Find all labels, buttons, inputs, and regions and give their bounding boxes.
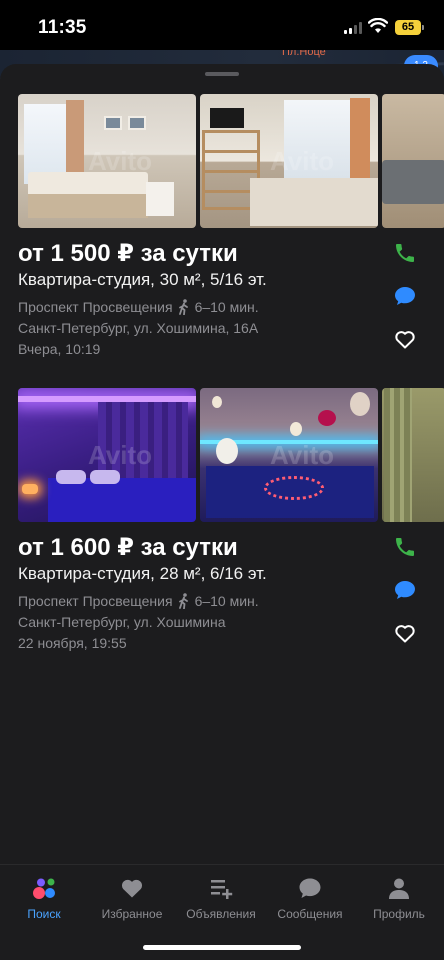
- walk-time: 6–10 мин.: [194, 299, 259, 315]
- photo-watermark: Avito: [88, 440, 153, 470]
- tab-label: Профиль: [373, 907, 425, 921]
- listing-title[interactable]: Квартира-студия, 30 м², 5/16 эт.: [18, 270, 267, 290]
- tab-label: Сообщения: [277, 907, 343, 921]
- listing-price[interactable]: от 1 600 ₽ за сутки: [18, 533, 238, 562]
- walk-time: 6–10 мин.: [194, 593, 259, 609]
- photo-watermark: Avito: [270, 146, 335, 176]
- metro-station: Проспект Просвещения: [18, 593, 173, 609]
- call-button[interactable]: [392, 240, 418, 266]
- heart-outline-icon: [395, 625, 415, 643]
- heart-outline-icon: [395, 331, 415, 349]
- listing-photo[interactable]: Avito: [18, 94, 196, 228]
- map-label: Пл.Ноце: [282, 50, 326, 58]
- status-time: 11:35: [38, 17, 87, 38]
- listing-photo[interactable]: Avito: [200, 94, 378, 228]
- listing-price[interactable]: от 1 500 ₽ за сутки: [18, 239, 238, 268]
- cellular-signal-icon: [344, 22, 362, 34]
- tab-label: Объявления: [186, 907, 256, 921]
- metro-station: Проспект Просвещения: [18, 299, 173, 315]
- phone-icon: [396, 538, 414, 556]
- favorite-button[interactable]: [392, 326, 418, 352]
- listing-photo[interactable]: Avito: [18, 388, 196, 522]
- search-dots-icon: [33, 878, 55, 899]
- message-button[interactable]: [392, 577, 418, 603]
- tab-messages[interactable]: Сообщения: [266, 875, 354, 931]
- listing-date: 22 ноября, 19:55: [18, 635, 127, 651]
- listing-address: Санкт-Петербург, ул. Хошимина, 16А: [18, 320, 259, 336]
- favorite-button[interactable]: [392, 620, 418, 646]
- person-icon: [389, 878, 409, 899]
- tab-search[interactable]: Поиск: [0, 875, 88, 931]
- message-button[interactable]: [392, 283, 418, 309]
- tab-label: Поиск: [27, 907, 61, 921]
- chat-bubble-icon: [299, 878, 321, 898]
- listing-date: Вчера, 10:19: [18, 341, 101, 357]
- home-indicator[interactable]: [143, 945, 301, 950]
- status-bar: 11:35 65: [0, 0, 444, 56]
- phone-icon: [396, 244, 414, 262]
- listing-card[interactable]: Avito Avito от 1 600 ₽ за сутки Квартира…: [0, 388, 444, 658]
- photo-watermark: Avito: [270, 440, 335, 470]
- listing-photo[interactable]: [382, 94, 444, 228]
- battery-indicator: 65: [395, 20, 424, 35]
- tab-listings[interactable]: Объявления: [177, 875, 265, 931]
- listing-metro: Проспект Просвещения 6–10 мин.: [18, 299, 259, 315]
- walking-icon: [178, 299, 188, 315]
- sheet-grabber[interactable]: [205, 72, 239, 76]
- results-sheet[interactable]: Avito Avito от 1 500 ₽ за сутки Квартира…: [0, 64, 444, 864]
- heart-icon: [121, 879, 143, 898]
- listing-photo[interactable]: [382, 388, 444, 522]
- tab-favorites[interactable]: Избранное: [88, 875, 176, 931]
- photo-carousel[interactable]: Avito Avito: [18, 388, 444, 522]
- call-button[interactable]: [392, 534, 418, 560]
- photo-watermark: Avito: [88, 146, 153, 176]
- photo-carousel[interactable]: Avito Avito: [18, 94, 444, 228]
- tab-label: Избранное: [101, 907, 163, 921]
- chat-bubble-icon: [395, 581, 415, 599]
- wifi-icon: [368, 18, 388, 33]
- listing-address: Санкт-Петербург, ул. Хошимина: [18, 614, 226, 630]
- listing-photo[interactable]: Avito: [200, 388, 378, 522]
- listing-title[interactable]: Квартира-студия, 28 м², 6/16 эт.: [18, 564, 267, 584]
- listings-add-icon: [211, 880, 233, 899]
- listing-metro: Проспект Просвещения 6–10 мин.: [18, 593, 259, 609]
- chat-bubble-icon: [395, 287, 415, 305]
- tab-profile[interactable]: Профиль: [355, 875, 443, 931]
- walking-icon: [178, 593, 188, 609]
- listing-card[interactable]: Avito Avito от 1 500 ₽ за сутки Квартира…: [0, 94, 444, 364]
